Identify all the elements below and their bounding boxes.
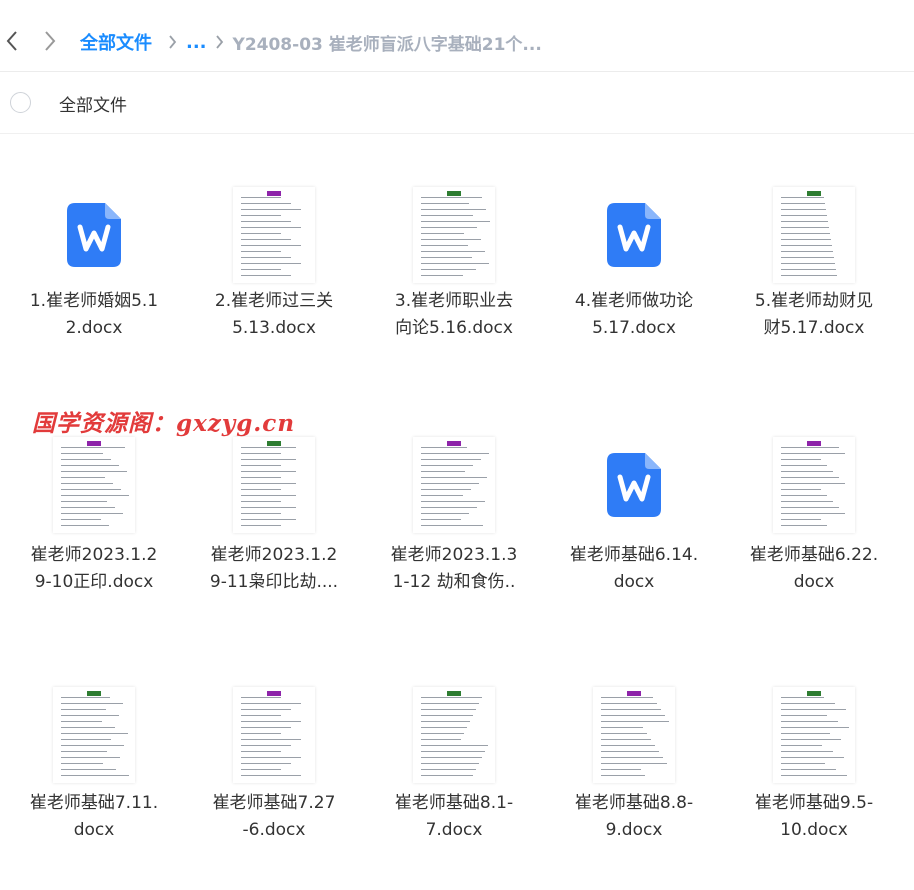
file-name: 崔老师2023.1.2 9-11枭印比劫.... (184, 542, 364, 596)
file-name-line2: 2.docx (65, 318, 123, 338)
file-name-line1: 崔老师基础8.8- (574, 793, 694, 813)
file-name: 4.崔老师做功论 5.17.docx (544, 288, 724, 342)
file-name-line2: docx (613, 572, 655, 592)
file-name: 崔老师基础7.11. docx (4, 790, 184, 844)
document-preview (773, 687, 855, 783)
file-name-line2: 9-11枭印比劫.... (209, 572, 339, 592)
file-name: 1.崔老师婚姻5.1 2.docx (4, 288, 184, 342)
file-name-line1: 崔老师基础6.22. (749, 545, 879, 565)
file-name-line2: 10.docx (780, 820, 848, 840)
file-name-line2: 5.13.docx (232, 318, 316, 338)
file-name-line1: 崔老师2023.1.2 (210, 545, 338, 565)
file-name: 3.崔老师职业去 向论5.16.docx (364, 288, 544, 342)
file-thumbnail (184, 180, 364, 290)
file-name-line1: 4.崔老师做功论 (574, 291, 694, 311)
file-name-line1: 2.崔老师过三关 (214, 291, 334, 311)
file-name: 崔老师基础8.8- 9.docx (544, 790, 724, 844)
chevron-right-icon (45, 31, 56, 51)
file-name: 崔老师2023.1.2 9-10正印.docx (4, 542, 184, 596)
document-preview (413, 187, 495, 283)
file-thumbnail (724, 180, 904, 290)
chevron-right-icon (168, 34, 180, 50)
file-name-line1: 崔老师2023.1.2 (30, 545, 158, 565)
file-thumbnail (544, 680, 724, 790)
file-thumbnail (724, 680, 904, 790)
file-thumbnail (4, 180, 184, 290)
file-name-line2: 7.docx (425, 820, 483, 840)
breadcrumb-more[interactable]: ... (186, 32, 207, 53)
file-name-line2: -6.docx (242, 820, 306, 840)
file-thumbnail (364, 180, 544, 290)
chevron-left-icon (6, 31, 17, 51)
file-name: 崔老师基础9.5- 10.docx (724, 790, 904, 844)
breadcrumb-root[interactable]: 全部文件 (80, 29, 152, 55)
word-doc-icon (67, 203, 121, 267)
document-preview (53, 687, 135, 783)
file-name-line1: 崔老师基础6.14. (569, 545, 699, 565)
file-name-line2: docx (793, 572, 835, 592)
file-name-line2: 9-10正印.docx (34, 572, 154, 592)
breadcrumb-current: Y2408-03 崔老师盲派八字基础21个... (232, 34, 542, 55)
file-name: 2.崔老师过三关 5.13.docx (184, 288, 364, 342)
file-name-line1: 崔老师基础9.5- (754, 793, 874, 813)
file-thumbnail (364, 680, 544, 790)
file-name: 崔老师基础7.27 -6.docx (184, 790, 364, 844)
document-preview (233, 437, 315, 533)
file-name-line2: 5.17.docx (592, 318, 676, 338)
file-name-line2: 9.docx (605, 820, 663, 840)
file-thumbnail (364, 430, 544, 540)
document-preview (773, 187, 855, 283)
select-all-checkbox[interactable] (10, 92, 31, 113)
file-name-line1: 崔老师2023.1.3 (390, 545, 518, 565)
chevron-right-icon (215, 34, 227, 50)
file-name-line2: 财5.17.docx (763, 318, 865, 338)
file-name: 5.崔老师劫财见 财5.17.docx (724, 288, 904, 342)
document-preview (233, 687, 315, 783)
file-thumbnail (184, 680, 364, 790)
file-thumbnail (4, 680, 184, 790)
file-name-line1: 崔老师基础8.1- (394, 793, 514, 813)
file-name: 崔老师基础8.1- 7.docx (364, 790, 544, 844)
file-name-line2: 1-12 劫和食伤.. (392, 572, 516, 592)
forward-button[interactable] (38, 26, 62, 56)
document-preview (53, 437, 135, 533)
file-name: 崔老师2023.1.3 1-12 劫和食伤.. (364, 542, 544, 596)
file-thumbnail (544, 180, 724, 290)
file-name: 崔老师基础6.14. docx (544, 542, 724, 596)
top-bar: 全部文件 ... Y2408-03 崔老师盲派八字基础21个... (0, 0, 914, 72)
file-name-line1: 5.崔老师劫财见 (754, 291, 874, 311)
word-doc-icon (607, 203, 661, 267)
document-preview (233, 187, 315, 283)
watermark-text: 国学资源阁：gxzyg.cn (32, 410, 296, 437)
file-thumbnail (724, 430, 904, 540)
file-thumbnail (184, 430, 364, 540)
file-name-line1: 1.崔老师婚姻5.1 (29, 291, 159, 311)
word-doc-icon (607, 453, 661, 517)
file-name-line2: 向论5.16.docx (395, 318, 513, 338)
select-all-row (0, 72, 914, 134)
select-all-label: 全部文件 (59, 96, 127, 116)
file-thumbnail (544, 430, 724, 540)
file-name: 崔老师基础6.22. docx (724, 542, 904, 596)
breadcrumb: 全部文件 ... Y2408-03 崔老师盲派八字基础21个... (80, 28, 542, 56)
file-name-line1: 崔老师基础7.27 (212, 793, 336, 813)
document-preview (413, 437, 495, 533)
back-button[interactable] (0, 26, 24, 56)
file-name-line1: 3.崔老师职业去 (394, 291, 514, 311)
file-name-line1: 崔老师基础7.11. (29, 793, 159, 813)
file-name-line2: docx (73, 820, 115, 840)
document-preview (773, 437, 855, 533)
document-preview (593, 687, 675, 783)
file-thumbnail (4, 430, 184, 540)
document-preview (413, 687, 495, 783)
